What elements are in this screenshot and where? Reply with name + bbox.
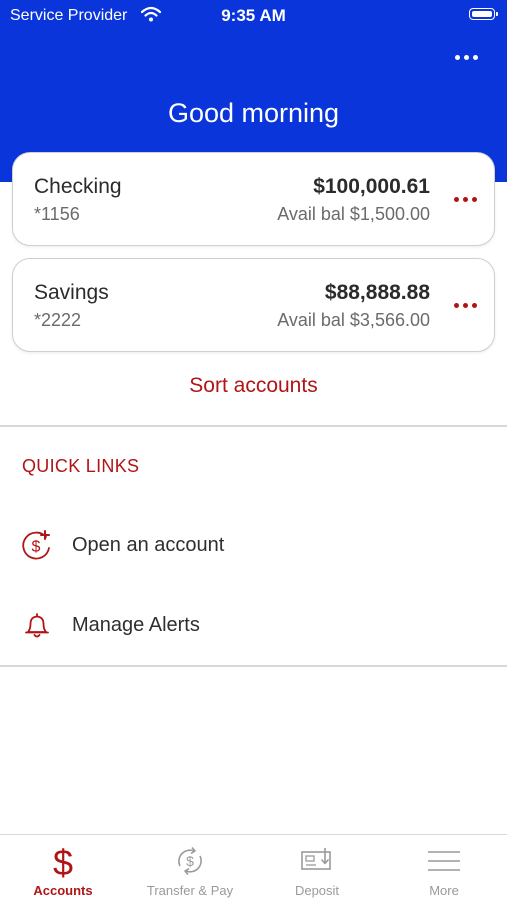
divider — [0, 425, 507, 427]
account-more-button[interactable] — [449, 187, 481, 211]
dot-icon — [472, 54, 478, 60]
dot-icon — [453, 302, 459, 308]
account-name: Savings — [34, 281, 109, 304]
account-more-button[interactable] — [449, 293, 481, 317]
account-balance: $100,000.61 — [313, 175, 430, 198]
account-balance: $88,888.88 — [324, 281, 430, 304]
account-card-checking[interactable]: Checking *1156 $100,000.61 Avail bal $1,… — [12, 152, 495, 246]
quick-link-manage-alerts[interactable]: Manage Alerts — [0, 596, 507, 656]
svg-text:$: $ — [32, 539, 41, 556]
tab-more[interactable]: More — [381, 835, 507, 901]
clock: 9:35 AM — [221, 6, 286, 25]
dot-icon — [453, 196, 459, 202]
available-balance: Avail bal $3,566.00 — [277, 310, 430, 330]
tab-label: Accounts — [33, 883, 93, 898]
account-name: Checking — [34, 175, 122, 198]
tab-label: More — [429, 883, 459, 898]
svg-text:$: $ — [186, 853, 194, 869]
dot-icon — [462, 196, 468, 202]
dot-icon — [463, 54, 469, 60]
status-bar: Service Provider 9:35 AM — [0, 0, 507, 32]
open-account-icon: $ — [22, 530, 50, 560]
sort-accounts-link[interactable]: Sort accounts — [0, 374, 507, 398]
menu-icon — [428, 851, 460, 871]
dot-icon — [471, 302, 477, 308]
transfer-icon: $ — [178, 846, 202, 876]
dot-icon — [471, 196, 477, 202]
tab-label: Deposit — [294, 883, 340, 898]
header-more-button[interactable] — [448, 44, 484, 70]
tab-accounts[interactable]: $ Accounts — [0, 835, 126, 901]
tab-transfer-pay[interactable]: $ Transfer & Pay — [127, 835, 253, 901]
greeting: Good morning — [167, 98, 340, 128]
account-number: *1156 — [34, 204, 80, 224]
tab-bar: $ Accounts $ Transfer & Pay Deposit More — [0, 834, 507, 900]
tab-deposit[interactable]: Deposit — [254, 835, 380, 901]
dot-icon — [454, 54, 460, 60]
available-balance: Avail bal $1,500.00 — [277, 204, 430, 224]
quick-link-label: Open an account — [72, 534, 225, 556]
svg-text:$: $ — [53, 842, 73, 880]
quick-links-title: QUICK LINKS — [22, 456, 140, 476]
dot-icon — [462, 302, 468, 308]
check-deposit-icon — [301, 848, 331, 870]
quick-link-open-account[interactable]: $ Open an account — [0, 516, 507, 576]
tab-label: Transfer & Pay — [146, 883, 234, 898]
account-card-savings[interactable]: Savings *2222 $88,888.88 Avail bal $3,56… — [12, 258, 495, 352]
battery-icon — [469, 8, 498, 20]
account-number: *2222 — [34, 310, 82, 330]
bell-icon — [25, 613, 49, 638]
quick-link-label: Manage Alerts — [72, 614, 200, 636]
divider — [0, 665, 507, 667]
dollar-icon: $ — [53, 842, 73, 880]
